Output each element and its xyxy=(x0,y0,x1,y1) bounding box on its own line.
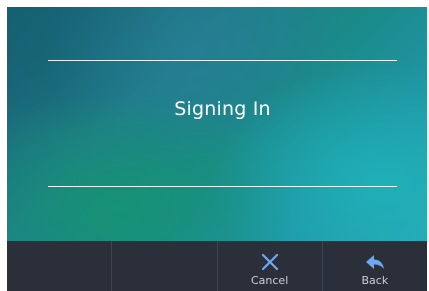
close-icon xyxy=(261,253,278,271)
softkey-1[interactable] xyxy=(7,241,113,291)
signing-in-status: Signing In xyxy=(174,98,271,120)
back-button[interactable]: Back xyxy=(323,241,427,291)
cancel-label: Cancel xyxy=(250,274,289,287)
top-divider xyxy=(48,60,397,61)
softkey-2[interactable] xyxy=(112,241,218,291)
signing-in-screen: Signing In xyxy=(7,7,427,241)
softkey-bar: Cancel Back xyxy=(7,241,427,291)
bottom-divider xyxy=(48,186,397,187)
cancel-button[interactable]: Cancel xyxy=(218,241,323,291)
back-arrow-icon xyxy=(365,255,384,269)
back-label: Back xyxy=(361,274,389,287)
phone-display: Signing In Cancel Back xyxy=(7,7,427,291)
